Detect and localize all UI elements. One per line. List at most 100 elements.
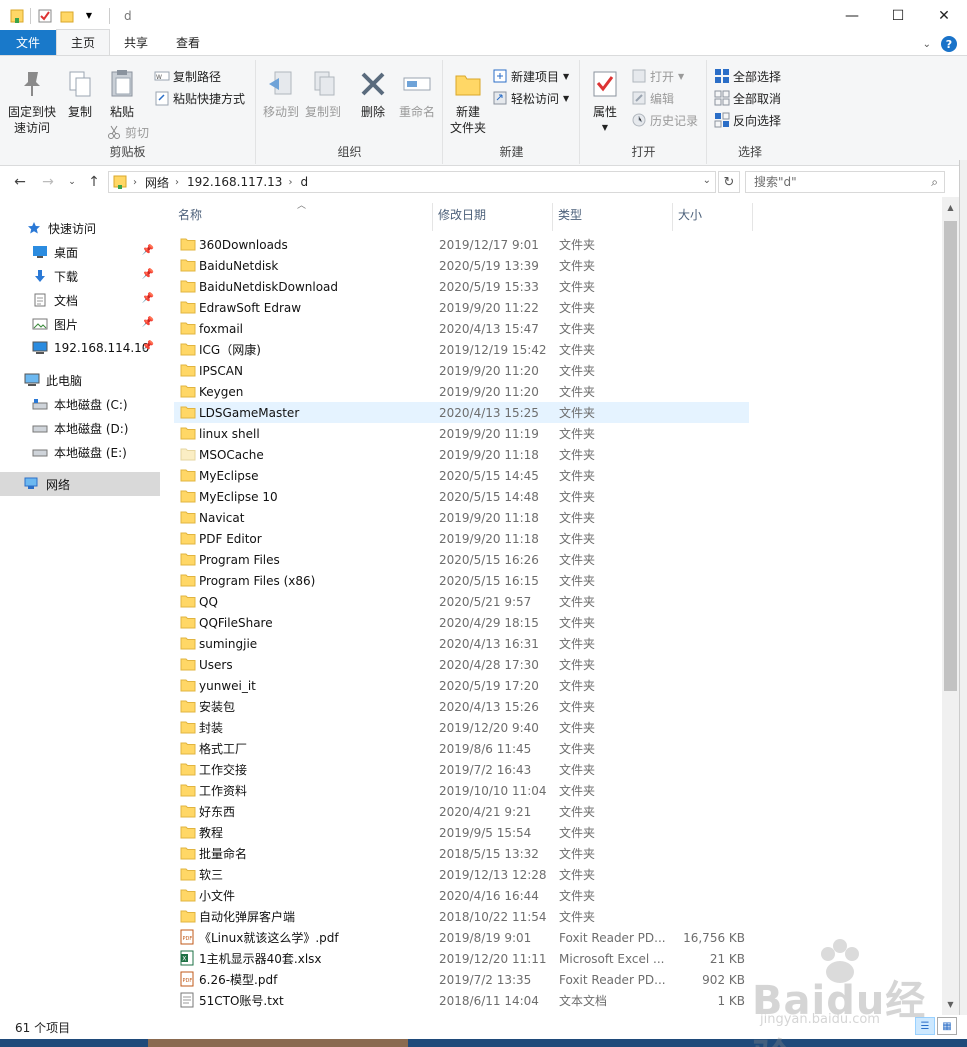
help-icon[interactable]: ? (941, 36, 957, 52)
nav-downloads[interactable]: 下载 📌 (0, 264, 160, 288)
pin-icon[interactable]: 📌 (142, 341, 154, 352)
table-row[interactable]: QQ 2020/5/21 9:57 文件夹 (174, 591, 749, 612)
nav-drive-c[interactable]: 本地磁盘 (C:) (0, 392, 160, 416)
customize-quick-access-icon[interactable]: ▼ (81, 8, 97, 24)
table-row[interactable]: sumingjie 2020/4/13 16:31 文件夹 (174, 633, 749, 654)
table-row[interactable]: 封装 2019/12/20 9:40 文件夹 (174, 717, 749, 738)
nav-pictures[interactable]: 图片 📌 (0, 312, 160, 336)
table-row[interactable]: PDF 《Linux就该这么学》.pdf 2019/8/19 9:01 Foxit R… (174, 927, 749, 948)
new-folder-quick-icon[interactable] (59, 8, 75, 24)
search-input[interactable] (754, 175, 924, 189)
table-row[interactable]: 格式工厂 2019/8/6 11:45 文件夹 (174, 738, 749, 759)
table-row[interactable]: BaiduNetdisk 2020/5/19 13:39 文件夹 (174, 255, 749, 276)
nav-documents[interactable]: 文档 📌 (0, 288, 160, 312)
delete-button[interactable]: 删除 (353, 68, 393, 120)
table-row[interactable]: linux shell 2019/9/20 11:19 文件夹 (174, 423, 749, 444)
search-box[interactable]: ⌕ (745, 171, 945, 193)
breadcrumb-chevron-icon[interactable]: › (288, 177, 292, 188)
up-arrow-icon[interactable]: ↑ (84, 172, 104, 192)
select-none-button[interactable]: 全部取消 (714, 88, 781, 108)
table-row[interactable]: 工作交接 2019/7/2 16:43 文件夹 (174, 759, 749, 780)
pin-icon[interactable]: 📌 (142, 293, 154, 304)
copy-to-button[interactable]: 复制到 (303, 68, 343, 120)
table-row[interactable]: 360Downloads 2019/12/17 9:01 文件夹 (174, 234, 749, 255)
scrollbar-thumb[interactable] (944, 221, 957, 691)
tab-view[interactable]: 查看 (162, 30, 214, 55)
nav-remote-host[interactable]: 192.168.114.10 📌 (0, 336, 160, 360)
pin-quick-access-button[interactable]: 固定到快 速访问 (6, 68, 58, 136)
nav-drive-d[interactable]: 本地磁盘 (D:) (0, 416, 160, 440)
scroll-up-icon[interactable]: ▲ (942, 199, 959, 216)
back-arrow-icon[interactable]: ← (10, 172, 30, 192)
copy-path-button[interactable]: W 复制路径 (154, 66, 221, 86)
vertical-scrollbar[interactable]: ▲ ▼ (942, 197, 959, 1015)
table-row[interactable]: MyEclipse 10 2020/5/15 14:48 文件夹 (174, 486, 749, 507)
new-item-button[interactable]: 新建项目 ▼ (492, 66, 569, 86)
address-bar[interactable]: › 网络 › 192.168.117.13 › d ⌄ (108, 171, 716, 193)
invert-selection-button[interactable]: 反向选择 (714, 110, 781, 130)
table-row[interactable]: 软三 2019/12/13 12:28 文件夹 (174, 864, 749, 885)
table-row[interactable]: 自动化弹屏客户端 2018/10/22 11:54 文件夹 (174, 906, 749, 927)
breadcrumb-network[interactable]: 网络 (145, 174, 169, 191)
tab-home[interactable]: 主页 (56, 29, 111, 55)
forward-arrow-icon[interactable]: → (38, 172, 58, 192)
table-row[interactable]: 教程 2019/9/5 15:54 文件夹 (174, 822, 749, 843)
table-row[interactable]: 工作资料 2019/10/10 11:04 文件夹 (174, 780, 749, 801)
table-row[interactable]: 好东西 2020/4/21 9:21 文件夹 (174, 801, 749, 822)
properties-quick-icon[interactable] (37, 8, 53, 24)
breadcrumb-folder[interactable]: d (300, 175, 308, 189)
history-button[interactable]: 历史记录 (631, 110, 698, 130)
copy-button[interactable]: 复制 (62, 68, 98, 120)
column-header-date[interactable]: 修改日期 (420, 197, 550, 231)
breadcrumb-chevron-icon[interactable]: › (175, 177, 179, 188)
tab-share[interactable]: 共享 (110, 30, 162, 55)
column-header-type[interactable]: 类型 (540, 197, 660, 231)
column-divider[interactable] (752, 203, 753, 231)
table-row[interactable]: Program Files 2020/5/15 16:26 文件夹 (174, 549, 749, 570)
edit-button[interactable]: 编辑 (631, 88, 674, 108)
table-row[interactable]: MyEclipse 2020/5/15 14:45 文件夹 (174, 465, 749, 486)
easy-access-button[interactable]: 轻松访问 ▼ (492, 88, 569, 108)
nav-quick-access[interactable]: 快速访问 (0, 216, 160, 240)
table-row[interactable]: Keygen 2019/9/20 11:20 文件夹 (174, 381, 749, 402)
maximize-button[interactable]: ☐ (875, 0, 921, 31)
open-button[interactable]: 打开 ▼ (631, 66, 684, 86)
rename-button[interactable]: 重命名 (395, 68, 439, 120)
table-row[interactable]: 51CTO账号.txt 2018/6/11 14:04 文本文档 1 KB (174, 990, 749, 1011)
table-row[interactable]: MSOCache 2019/9/20 11:18 文件夹 (174, 444, 749, 465)
table-row[interactable]: 安装包 2020/4/13 15:26 文件夹 (174, 696, 749, 717)
search-icon[interactable]: ⌕ (931, 175, 938, 190)
table-row[interactable]: Users 2020/4/28 17:30 文件夹 (174, 654, 749, 675)
address-dropdown-icon[interactable]: ⌄ (703, 175, 711, 186)
table-row[interactable]: QQFileShare 2020/4/29 18:15 文件夹 (174, 612, 749, 633)
recent-locations-icon[interactable]: ⌄ (62, 172, 82, 192)
scroll-down-icon[interactable]: ▼ (942, 996, 959, 1013)
pin-icon[interactable]: 📌 (142, 245, 154, 256)
breadcrumb-host[interactable]: 192.168.117.13 (187, 175, 282, 189)
expand-ribbon-icon[interactable]: ⌄ (923, 39, 931, 50)
cut-button[interactable]: 剪切 (106, 122, 149, 142)
table-row[interactable]: EdrawSoft Edraw 2019/9/20 11:22 文件夹 (174, 297, 749, 318)
tab-file[interactable]: 文件 (0, 30, 56, 55)
large-icons-view-icon[interactable]: ▦ (937, 1017, 957, 1035)
table-row[interactable]: PDF Editor 2019/9/20 11:18 文件夹 (174, 528, 749, 549)
table-row[interactable]: yunwei_it 2020/5/19 17:20 文件夹 (174, 675, 749, 696)
table-row[interactable]: PDF 6.26-模型.pdf 2019/7/2 13:35 Foxit Reader… (174, 969, 749, 990)
table-row[interactable]: foxmail 2020/4/13 15:47 文件夹 (174, 318, 749, 339)
table-row[interactable]: Program Files (x86) 2020/5/15 16:15 文件夹 (174, 570, 749, 591)
select-all-button[interactable]: 全部选择 (714, 66, 781, 86)
paste-shortcut-button[interactable]: 粘贴快捷方式 (154, 88, 245, 108)
table-row[interactable]: Navicat 2019/9/20 11:18 文件夹 (174, 507, 749, 528)
table-row[interactable]: BaiduNetdiskDownload 2020/5/19 15:33 文件夹 (174, 276, 749, 297)
nav-network[interactable]: 网络 (0, 472, 160, 496)
new-folder-button[interactable]: 新建 文件夹 (446, 68, 490, 136)
column-header-size[interactable]: 大小 (660, 197, 740, 231)
table-row[interactable]: LDSGameMaster 2020/4/13 15:25 文件夹 (174, 402, 749, 423)
nav-this-pc[interactable]: 此电脑 (0, 368, 160, 392)
table-row[interactable]: 小文件 2020/4/16 16:44 文件夹 (174, 885, 749, 906)
nav-drive-e[interactable]: 本地磁盘 (E:) (0, 440, 160, 464)
refresh-icon[interactable]: ↻ (718, 171, 740, 193)
paste-button[interactable]: 粘贴 (104, 68, 140, 120)
pin-icon[interactable]: 📌 (142, 317, 154, 328)
breadcrumb-chevron-icon[interactable]: › (133, 177, 137, 188)
